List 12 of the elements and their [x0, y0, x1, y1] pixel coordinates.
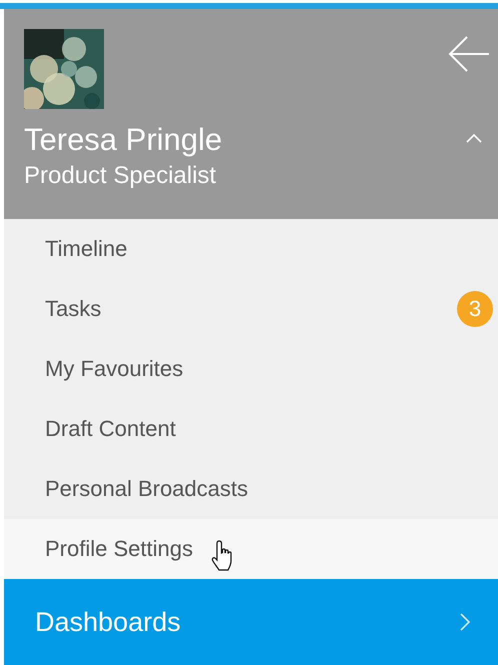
menu-item[interactable]: Personal Broadcasts: [4, 459, 498, 519]
menu-item[interactable]: My Favourites: [4, 339, 498, 399]
menu-item[interactable]: Profile Settings: [4, 519, 498, 579]
menu-item[interactable]: Draft Content: [4, 399, 498, 459]
collapse-chevron-icon[interactable]: [466, 133, 482, 143]
count-badge: 3: [457, 291, 493, 327]
chevron-right-icon: [460, 613, 470, 631]
back-arrow-icon[interactable]: [448, 35, 490, 73]
menu-item[interactable]: Timeline: [4, 219, 498, 279]
user-role: Product Specialist: [24, 161, 218, 191]
user-name: Teresa Pringle: [24, 121, 222, 159]
menu-item[interactable]: Tasks 3: [4, 279, 498, 339]
